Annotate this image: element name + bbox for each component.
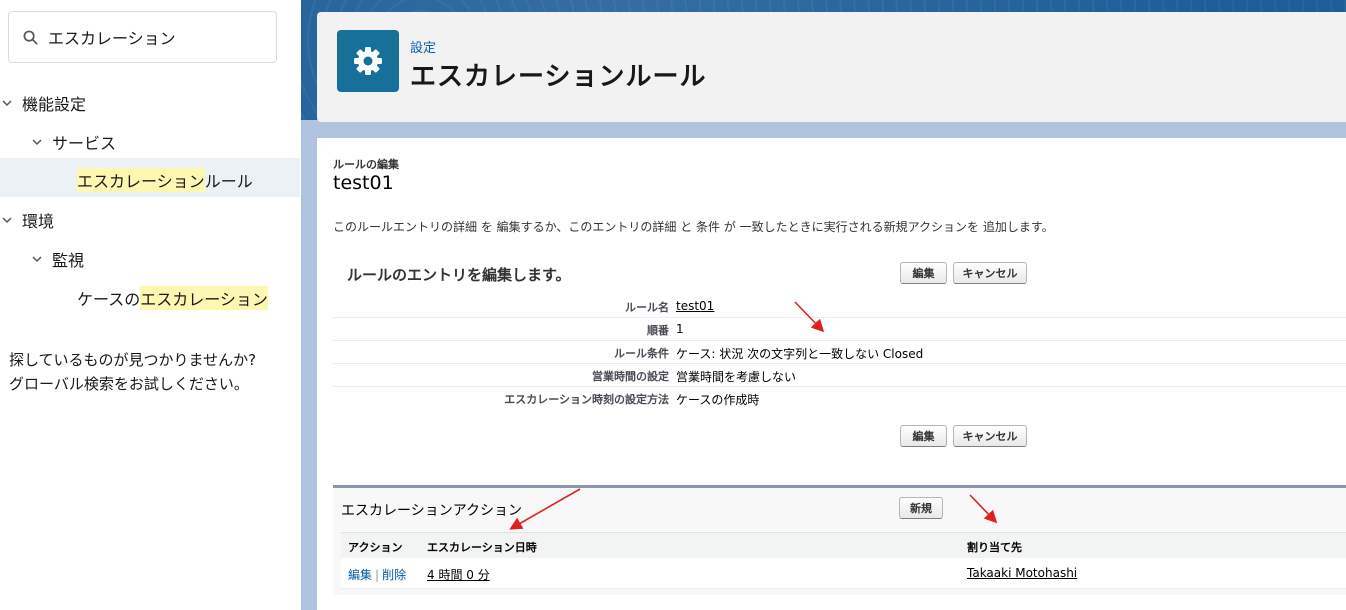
annotation-arrows (509, 301, 998, 530)
annotation-arrow (509, 488, 581, 530)
annotation-arrow (794, 301, 825, 333)
annotation-arrow (969, 494, 998, 524)
